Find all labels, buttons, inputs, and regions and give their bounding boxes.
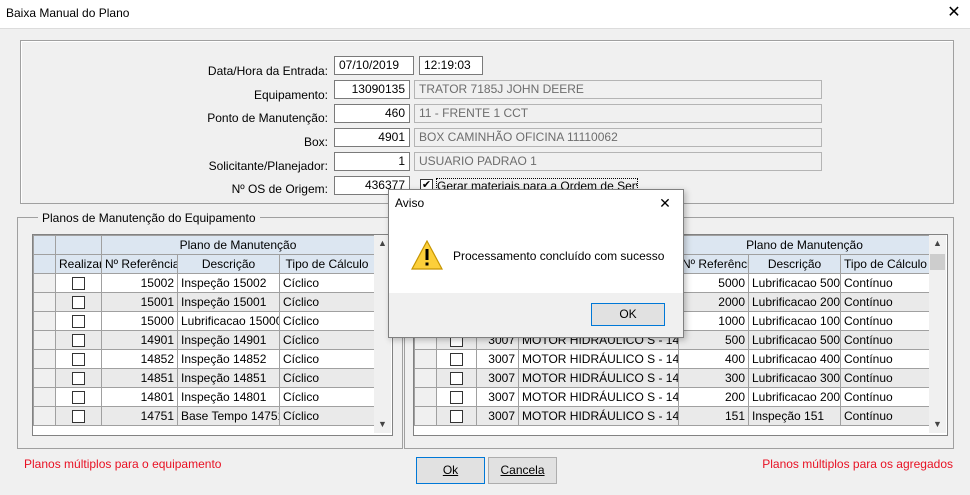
ponto-manutencao-desc-field: 11 - FRENTE 1 CCT — [414, 104, 822, 123]
scroll-up-icon[interactable]: ▲ — [929, 235, 946, 252]
realizar-checkbox[interactable] — [72, 334, 85, 348]
realizar-checkbox[interactable] — [72, 410, 85, 424]
os-origem-label: Nº OS de Origem: — [231, 182, 328, 196]
table-row[interactable]: 14851 Inspeção 14851 Cíclico — [33, 368, 376, 388]
aviso-dialog: Aviso ✕ Processamento concluído com suce… — [388, 189, 684, 338]
data-entrada-field[interactable]: 07/10/2019 — [334, 56, 414, 75]
box-desc-field: BOX CAMINHÃO OFICINA 11110062 — [414, 128, 822, 147]
table-row[interactable]: 15002 Inspeção 15002 Cíclico — [33, 273, 376, 293]
table-row[interactable]: 14801 Inspeção 14801 Cíclico — [33, 387, 376, 407]
cancel-button[interactable]: Cancela — [488, 457, 557, 484]
cancel-button-label: Cancela — [500, 463, 545, 477]
window-title: Baixa Manual do Plano — [6, 6, 130, 20]
ok-button[interactable]: Ok — [416, 457, 485, 484]
left-multiple-plans-note: Planos múltiplos para o equipamento — [24, 457, 222, 471]
realizar-checkbox[interactable] — [72, 353, 85, 367]
table-row[interactable]: 14852 Inspeção 14852 Cíclico — [33, 349, 376, 369]
solicitante-label: Solicitante/Planejador: — [208, 159, 328, 173]
table-row[interactable]: 15001 Inspeção 15001 Cíclico — [33, 292, 376, 312]
right-group-header: Plano de Manutenção — [677, 235, 932, 255]
warning-icon — [411, 240, 443, 270]
solicitante-desc-field: USUARIO PADRAO 1 — [414, 152, 822, 171]
solicitante-code-field[interactable]: 1 — [334, 152, 410, 171]
col-tipo-calculo[interactable]: Tipo de Cálculo — [839, 254, 932, 274]
table-row[interactable]: 14901 Inspeção 14901 Cíclico — [33, 330, 376, 350]
table-row[interactable]: 3007 MOTOR HIDRÁULICO S - 14 400 Lubrificac… — [414, 349, 932, 369]
realizar-checkbox[interactable] — [72, 296, 85, 310]
equipamento-desc-field: TRATOR 7185J JOHN DEERE — [414, 80, 822, 99]
ponto-manutencao-label: Ponto de Manutenção: — [207, 111, 328, 125]
hora-entrada-field[interactable]: 12:19:03 — [419, 56, 483, 75]
realizar-checkbox[interactable] — [72, 315, 85, 329]
realizar-checkbox[interactable] — [72, 277, 85, 291]
realizar-checkbox[interactable] — [72, 391, 85, 405]
ok-button-label: Ok — [442, 463, 459, 477]
data-hora-label: Data/Hora da Entrada: — [207, 64, 328, 78]
ponto-manutencao-code-field[interactable]: 460 — [334, 104, 410, 123]
dialog-message: Processamento concluído com sucesso — [453, 249, 665, 263]
box-label: Box: — [303, 135, 328, 149]
col-tipo-calculo[interactable]: Tipo de Cálculo — [278, 254, 376, 274]
title-bar — [0, 0, 970, 28]
dialog-ok-button[interactable]: OK — [591, 303, 665, 326]
scroll-down-icon[interactable]: ▼ — [374, 416, 391, 433]
table-row[interactable]: 3007 MOTOR HIDRÁULICO S - 14 200 Lubrificac… — [414, 387, 932, 407]
table-row[interactable]: 14751 Base Tempo 14751 Cíclico — [33, 406, 376, 426]
col-referencia[interactable]: Nº Referência — [678, 254, 749, 274]
realizar-checkbox[interactable] — [450, 353, 463, 367]
table-row[interactable]: 3007 MOTOR HIDRÁULICO S - 14 300 Lubrificac… — [414, 368, 932, 388]
table-row[interactable]: 3007 MOTOR HIDRÁULICO S - 14 151 Inspeção 1… — [414, 406, 932, 426]
title-separator — [0, 28, 970, 29]
col-descricao[interactable]: Descrição — [748, 254, 841, 274]
realizar-checkbox[interactable] — [450, 391, 463, 405]
left-grid[interactable]: Plano de Manutenção Realizar Nº Referênc… — [32, 234, 393, 436]
right-multiple-plans-note: Planos múltiplos para os agregados — [762, 457, 953, 471]
table-row[interactable]: 15000 Lubrificacao 15000 Cíclico — [33, 311, 376, 331]
equipamento-code-field[interactable]: 13090135 — [334, 80, 410, 99]
left-group-title: Planos de Manutenção do Equipamento — [38, 211, 260, 225]
scrollbar-thumb[interactable] — [930, 254, 945, 270]
realizar-checkbox[interactable] — [450, 410, 463, 424]
left-group-header: Plano de Manutenção — [100, 235, 376, 255]
col-referencia[interactable]: Nº Referência — [101, 254, 178, 274]
box-code-field[interactable]: 4901 — [334, 128, 410, 147]
realizar-checkbox[interactable] — [72, 372, 85, 386]
realizar-checkbox[interactable] — [450, 372, 463, 386]
col-descricao[interactable]: Descrição — [177, 254, 280, 274]
dialog-close-icon[interactable]: ✕ — [655, 193, 675, 213]
dialog-title: Aviso — [395, 196, 425, 210]
close-icon[interactable]: ✕ — [944, 3, 964, 23]
equipamento-label: Equipamento: — [253, 88, 328, 102]
scroll-down-icon[interactable]: ▼ — [929, 416, 946, 433]
col-realizar[interactable]: Realizar — [55, 254, 102, 274]
